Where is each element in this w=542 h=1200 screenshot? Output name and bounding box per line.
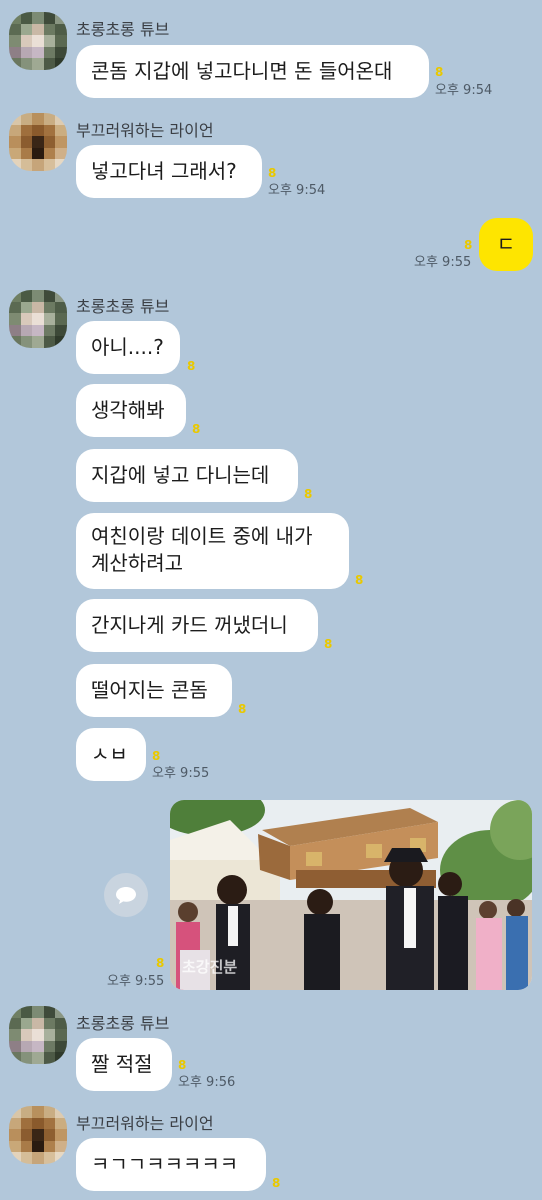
unread-count: 8 xyxy=(304,487,313,501)
avatar[interactable] xyxy=(9,12,67,70)
message-bubble[interactable]: 간지나게 카드 꺼냈더니 xyxy=(76,599,318,652)
message-bubble[interactable]: ㅋㄱㄱㅋㅋㅋㅋㅋ xyxy=(76,1138,266,1191)
unread-count: 8 xyxy=(272,1176,281,1190)
message-time: 오후 9:54 xyxy=(268,183,326,198)
share-bubble-icon[interactable] xyxy=(104,873,148,917)
sender-name: 초롱초롱 튜브 xyxy=(76,1014,170,1033)
unread-count: 8 xyxy=(152,749,161,763)
coffin-dance-photo[interactable]: 초강진분 xyxy=(170,800,532,990)
avatar[interactable] xyxy=(9,1006,67,1064)
unread-count: 8 xyxy=(268,166,277,180)
message-bubble[interactable]: 여친이랑 데이트 중에 내가 계산하려고 xyxy=(76,513,349,589)
message-bubble[interactable]: 넣고다녀 그래서? xyxy=(76,145,262,198)
message-time: 오후 9:56 xyxy=(178,1075,236,1090)
message-bubble[interactable]: 짤 적절 xyxy=(76,1038,172,1091)
message-bubble[interactable]: 떨어지는 콘돔 xyxy=(76,664,232,717)
message-time: 오후 9:54 xyxy=(435,83,493,98)
unread-count: 8 xyxy=(464,238,473,252)
message-bubble[interactable]: 지갑에 넣고 다니는데 xyxy=(76,449,298,502)
avatar[interactable] xyxy=(9,113,67,171)
unread-count: 8 xyxy=(355,573,364,587)
unread-count: 8 xyxy=(187,359,196,373)
message-time: 오후 9:55 xyxy=(107,974,165,989)
message-bubble[interactable]: 아니....? xyxy=(76,321,180,374)
sender-name: 초롱초롱 튜브 xyxy=(76,297,170,316)
message-time: 오후 9:55 xyxy=(152,766,210,781)
unread-count: 8 xyxy=(435,65,444,79)
unread-count: 8 xyxy=(156,956,165,970)
sender-name: 부끄러워하는 라이언 xyxy=(76,121,214,140)
sender-name: 부끄러워하는 라이언 xyxy=(76,1114,214,1133)
message-bubble[interactable]: 콘돔 지갑에 넣고다니면 돈 들어온대 xyxy=(76,45,429,98)
unread-count: 8 xyxy=(178,1058,187,1072)
message-time: 오후 9:55 xyxy=(414,255,472,270)
avatar[interactable] xyxy=(9,290,67,348)
photo-caption: 초강진분 xyxy=(182,958,238,976)
unread-count: 8 xyxy=(324,637,333,651)
unread-count: 8 xyxy=(238,702,247,716)
message-bubble[interactable]: ㅅㅂ xyxy=(76,728,146,781)
unread-count: 8 xyxy=(192,422,201,436)
sender-name: 초롱초롱 튜브 xyxy=(76,20,170,39)
message-bubble[interactable]: 생각해봐 xyxy=(76,384,186,437)
my-message-bubble[interactable]: ㄷ xyxy=(479,218,533,271)
avatar[interactable] xyxy=(9,1106,67,1164)
